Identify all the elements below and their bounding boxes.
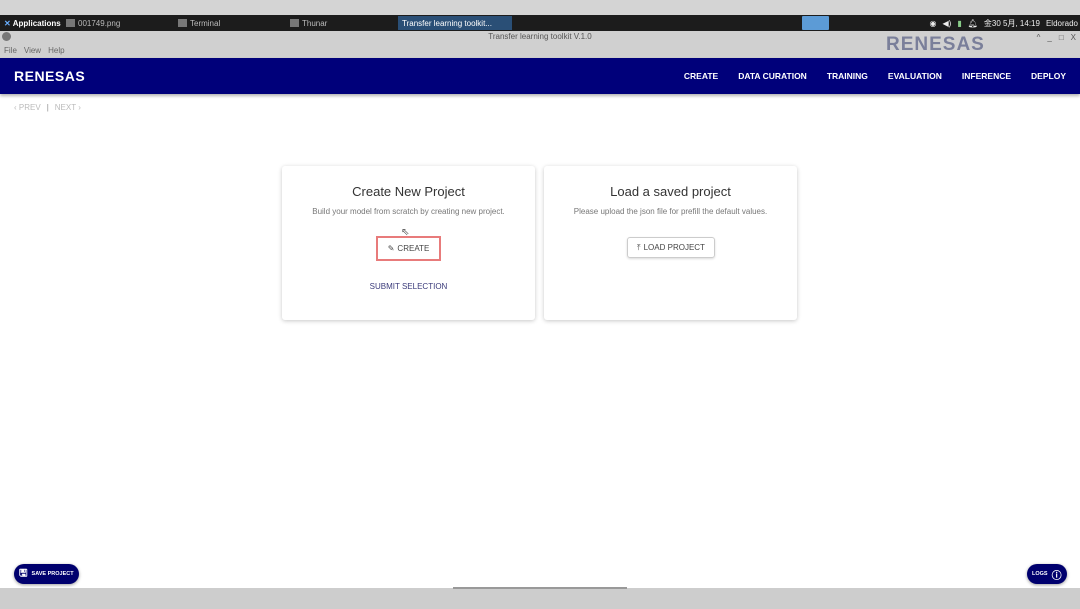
task-toolkit[interactable]: Transfer learning toolkit... xyxy=(398,16,512,30)
info-icon: ⓘ xyxy=(1051,570,1062,582)
window-brand-logo: RENESAS xyxy=(886,34,985,55)
menu-help[interactable]: Help xyxy=(48,46,64,55)
image-icon xyxy=(66,19,75,27)
window-controls: ^ _ □ X xyxy=(1037,33,1076,42)
menu-file[interactable]: File xyxy=(4,46,17,55)
wifi-icon[interactable]: ◉ xyxy=(930,19,937,28)
shade-button[interactable]: ^ xyxy=(1037,33,1041,42)
nav-create[interactable]: CREATE xyxy=(684,71,718,81)
prev-button[interactable]: ‹ PREV xyxy=(14,103,41,112)
app-header: RENESAS CREATE DATA CURATION TRAINING EV… xyxy=(0,58,1080,94)
card-description: Build your model from scratch by creatin… xyxy=(312,207,505,216)
mouse-cursor-icon: ⇖ xyxy=(401,227,410,238)
menu-view[interactable]: View xyxy=(24,46,41,55)
nav-deploy[interactable]: DEPLOY xyxy=(1031,71,1066,81)
folder-icon xyxy=(290,19,299,27)
next-button[interactable]: NEXT › xyxy=(55,103,81,112)
taskbar: ✕ Applications 001749.png Terminal Thunar… xyxy=(0,15,1080,31)
nav-inference[interactable]: INFERENCE xyxy=(962,71,1011,81)
minimize-button[interactable]: _ xyxy=(1047,33,1051,42)
card-title: Create New Project xyxy=(352,184,465,199)
load-project-card: Load a saved project Please upload the j… xyxy=(544,166,797,320)
main-nav: CREATE DATA CURATION TRAINING EVALUATION… xyxy=(684,58,1066,94)
pencil-icon: ✎ xyxy=(387,244,395,253)
task-image[interactable]: 001749.png xyxy=(62,16,124,30)
logs-button[interactable]: LOGS ⓘ xyxy=(1027,564,1067,584)
separator: | xyxy=(46,103,49,112)
nav-data-curation[interactable]: DATA CURATION xyxy=(738,71,807,81)
terminal-icon xyxy=(178,19,187,27)
user-name[interactable]: Eldorado xyxy=(1046,19,1078,28)
window-menu-icon[interactable] xyxy=(2,32,11,41)
close-button[interactable]: X xyxy=(1071,33,1076,42)
save-icon: 🖫︎ xyxy=(19,567,28,579)
xfce-icon: ✕ xyxy=(4,18,11,28)
applications-menu[interactable]: ✕ Applications xyxy=(0,19,65,28)
save-project-button[interactable]: 🖫︎ SAVE PROJECT xyxy=(14,564,79,584)
screen-top xyxy=(0,0,1080,15)
renesas-logo: RENESAS xyxy=(14,68,86,84)
stepper-nav: ‹ PREV | NEXT › xyxy=(14,103,81,112)
system-tray: ◉ ◀) ▮ 🔔︎ 金30 5月, 14:19 Eldorado xyxy=(930,15,1078,31)
volume-icon[interactable]: ◀) xyxy=(943,19,952,28)
window-title: Transfer learning toolkit V.1.0 xyxy=(488,32,592,41)
bottom-bar xyxy=(0,588,1080,609)
card-title: Load a saved project xyxy=(610,184,731,199)
task-terminal[interactable]: Terminal xyxy=(174,16,224,30)
maximize-button[interactable]: □ xyxy=(1059,33,1064,42)
card-description: Please upload the json file for prefill … xyxy=(573,207,768,216)
upload-icon: ⤒ xyxy=(637,242,641,252)
create-project-card: Create New Project Build your model from… xyxy=(282,166,535,320)
bell-icon[interactable]: 🔔︎ xyxy=(968,19,978,28)
app-launcher-icon[interactable] xyxy=(802,16,829,30)
task-thunar[interactable]: Thunar xyxy=(286,16,331,30)
submit-selection-button[interactable]: SUBMIT SELECTION xyxy=(282,282,535,291)
nav-evaluation[interactable]: EVALUATION xyxy=(888,71,942,81)
load-project-button[interactable]: ⤒ LOAD PROJECT xyxy=(627,237,715,258)
horizontal-scrollbar[interactable] xyxy=(453,587,627,589)
clock[interactable]: 金30 5月, 14:19 xyxy=(984,18,1040,29)
create-button[interactable]: ✎ CREATE xyxy=(376,236,441,261)
battery-icon[interactable]: ▮ xyxy=(957,19,961,28)
nav-training[interactable]: TRAINING xyxy=(827,71,868,81)
